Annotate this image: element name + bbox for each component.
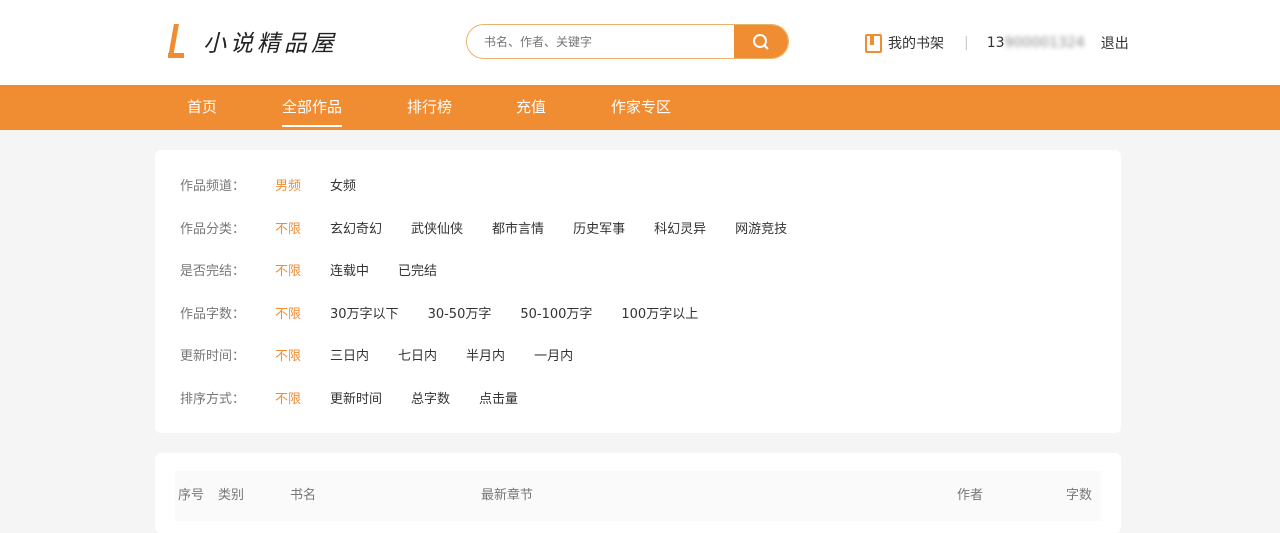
search-icon xyxy=(753,33,769,50)
phone-blurred: 900001324 xyxy=(1004,35,1085,51)
table-header: 序号 类别 书名 最新章节 作者 字数 xyxy=(175,471,1101,521)
divider: | xyxy=(964,35,969,51)
col-category: 类别 xyxy=(218,488,245,503)
filter-option[interactable]: 网游竞技 xyxy=(735,218,787,237)
nav-home[interactable]: 首页 xyxy=(187,85,217,130)
filter-option[interactable]: 总字数 xyxy=(411,388,450,407)
filter-option[interactable]: 三日内 xyxy=(330,345,369,364)
user-area: 我的书架 | 13900001324 退出 xyxy=(865,33,1129,53)
search-input[interactable] xyxy=(467,25,734,58)
filter-label: 作品分类： xyxy=(180,221,246,237)
filter-label: 是否完结： xyxy=(180,264,246,280)
user-phone[interactable]: 13900001324 xyxy=(987,35,1085,51)
filter-option[interactable]: 都市言情 xyxy=(492,218,544,237)
col-word-count: 字数 xyxy=(1066,488,1093,503)
bookshelf-link[interactable]: 我的书架 xyxy=(888,33,944,53)
logout-link[interactable]: 退出 xyxy=(1101,33,1129,53)
filter-label: 作品字数： xyxy=(180,306,246,322)
filter-option[interactable]: 男频 xyxy=(275,175,301,194)
filter-option[interactable]: 武侠仙侠 xyxy=(411,218,463,237)
main-nav: 首页 全部作品 排行榜 充值 作家专区 xyxy=(0,85,1280,130)
filter-row: 作品频道： 男频 女频 xyxy=(155,175,1121,218)
nav-recharge[interactable]: 充值 xyxy=(516,85,546,130)
filter-option[interactable]: 七日内 xyxy=(398,345,437,364)
filter-option[interactable]: 更新时间 xyxy=(330,388,382,407)
filter-row: 作品分类： 不限 玄幻奇幻 武侠仙侠 都市言情 历史军事 科幻灵异 网游竞技 xyxy=(155,218,1121,261)
filter-option[interactable]: 半月内 xyxy=(466,345,505,364)
filter-option[interactable]: 30万字以下 xyxy=(330,303,399,322)
filter-option[interactable]: 100万字以上 xyxy=(621,303,698,322)
filter-row: 更新时间： 不限 三日内 七日内 半月内 一月内 xyxy=(155,345,1121,388)
filter-option[interactable]: 50-100万字 xyxy=(520,303,592,322)
search-button[interactable] xyxy=(734,25,788,58)
col-latest-chapter: 最新章节 xyxy=(481,488,534,503)
filter-option[interactable]: 女频 xyxy=(330,175,356,194)
nav-all-works[interactable]: 全部作品 xyxy=(282,85,343,130)
filter-option[interactable]: 一月内 xyxy=(534,345,573,364)
col-index: 序号 xyxy=(178,488,205,503)
col-author: 作者 xyxy=(957,488,984,503)
filter-label: 作品频道： xyxy=(180,179,246,194)
filter-option[interactable]: 不限 xyxy=(275,218,301,237)
filter-row: 排序方式： 不限 更新时间 总字数 点击量 xyxy=(155,388,1121,431)
filter-option[interactable]: 不限 xyxy=(275,260,301,279)
logo-icon xyxy=(165,22,187,60)
filter-option[interactable]: 不限 xyxy=(275,345,301,364)
book-table: 序号 类别 书名 最新章节 作者 字数 xyxy=(155,453,1121,533)
filter-row: 作品字数： 不限 30万字以下 30-50万字 50-100万字 100万字以上 xyxy=(155,303,1121,346)
filter-row: 是否完结： 不限 连载中 已完结 xyxy=(155,260,1121,303)
filter-option[interactable]: 点击量 xyxy=(479,388,518,407)
nav-author-zone[interactable]: 作家专区 xyxy=(611,85,671,130)
col-title: 书名 xyxy=(290,488,317,503)
header: 小说精品屋 我的书架 | 13900001324 退出 xyxy=(0,0,1280,85)
phone-visible: 13 xyxy=(986,35,1005,51)
filter-label: 更新时间： xyxy=(180,349,246,365)
filter-option[interactable]: 30-50万字 xyxy=(428,303,492,322)
filter-option[interactable]: 玄幻奇幻 xyxy=(330,218,382,237)
filter-option[interactable]: 科幻灵异 xyxy=(654,218,706,237)
filter-option[interactable]: 不限 xyxy=(275,303,301,322)
bookshelf-icon xyxy=(865,33,882,53)
filter-option[interactable]: 不限 xyxy=(275,388,301,407)
filter-option[interactable]: 连载中 xyxy=(330,260,369,279)
filter-option[interactable]: 已完结 xyxy=(398,260,437,279)
search-box xyxy=(466,24,789,59)
nav-ranking[interactable]: 排行榜 xyxy=(407,85,452,130)
filter-label: 排序方式： xyxy=(180,391,246,407)
logo-text: 小说精品屋 xyxy=(203,31,338,57)
logo[interactable]: 小说精品屋 xyxy=(165,22,338,60)
filter-option[interactable]: 历史军事 xyxy=(573,218,625,237)
filter-panel: 作品频道： 男频 女频作品分类： 不限 玄幻奇幻 武侠仙侠 都市言情 历史军事 科幻灵异 网游竞技… xyxy=(155,150,1121,433)
